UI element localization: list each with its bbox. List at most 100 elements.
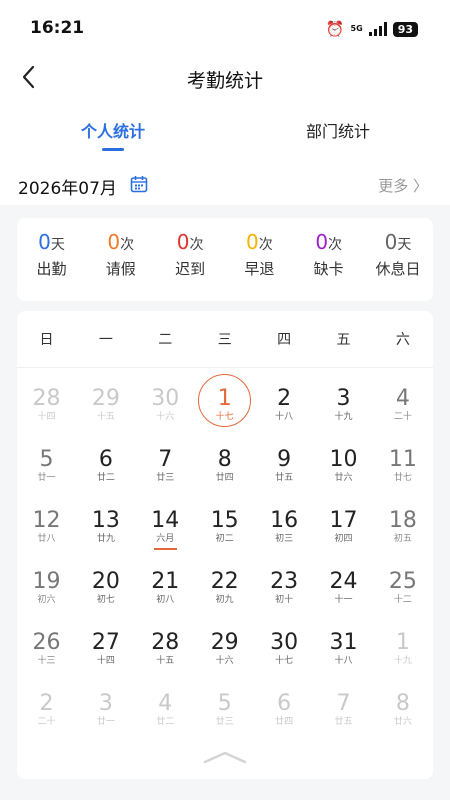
stat-item[interactable]: 0次 迟到 bbox=[156, 230, 225, 279]
day-number: 28 bbox=[32, 386, 61, 411]
calendar-day[interactable]: 6 廿二 bbox=[76, 447, 135, 505]
network-label: 5G bbox=[350, 24, 363, 33]
more-link[interactable]: 更多 〉 bbox=[378, 175, 428, 196]
day-number: 3 bbox=[98, 691, 113, 716]
lunar-date: 六月 bbox=[156, 534, 175, 544]
day-number: 30 bbox=[270, 630, 299, 655]
calendar-day[interactable]: 10 廿六 bbox=[314, 447, 373, 505]
lunar-date: 初三 bbox=[275, 534, 294, 544]
calendar-day[interactable]: 7 廿五 bbox=[314, 691, 373, 749]
calendar-day[interactable]: 5 廿三 bbox=[195, 691, 254, 749]
calendar-day[interactable]: 20 初七 bbox=[76, 569, 135, 627]
calendar-card: 日一二三四五六 28 十四 29 十五 30 十六 1 十七 2 十八 3 十九 4 二十 5 廿一 6 廿二 7 廿三… bbox=[17, 311, 433, 779]
calendar-day[interactable]: 27 十四 bbox=[76, 630, 135, 688]
tab-personal-stats[interactable]: 个人统计 bbox=[38, 118, 188, 142]
day-number: 6 bbox=[98, 447, 113, 472]
calendar-day[interactable]: 9 廿五 bbox=[255, 447, 314, 505]
calendar-day[interactable]: 3 廿一 bbox=[76, 691, 135, 749]
calendar-day-today[interactable]: 1 十七 bbox=[195, 374, 254, 444]
calendar-day[interactable]: 19 初六 bbox=[17, 569, 76, 627]
stat-unit: 天 bbox=[50, 237, 65, 253]
stat-item[interactable]: 0次 早退 bbox=[225, 230, 294, 279]
lunar-date: 初八 bbox=[156, 595, 175, 605]
stat-item[interactable]: 0天 出勤 bbox=[17, 230, 86, 279]
calendar-day[interactable]: 31 十八 bbox=[314, 630, 373, 688]
stat-unit: 次 bbox=[120, 237, 135, 253]
day-number: 16 bbox=[270, 508, 299, 533]
calendar-day[interactable]: 13 廿九 bbox=[76, 508, 135, 566]
stat-item[interactable]: 0次 缺卡 bbox=[294, 230, 363, 279]
calendar-day[interactable]: 1 十九 bbox=[373, 630, 432, 688]
calendar-day[interactable]: 4 廿二 bbox=[136, 691, 195, 749]
calendar-day[interactable]: 30 十六 bbox=[136, 386, 195, 444]
month-label[interactable]: 2026年07月 bbox=[18, 174, 117, 199]
lunar-date: 廿五 bbox=[275, 473, 294, 483]
day-number: 2 bbox=[277, 386, 292, 411]
calendar-day[interactable]: 29 十六 bbox=[195, 630, 254, 688]
stat-count: 0 bbox=[176, 230, 190, 254]
calendar-day[interactable]: 22 初九 bbox=[195, 569, 254, 627]
calendar-day[interactable]: 2 二十 bbox=[17, 691, 76, 749]
alarm-icon: ⏰ bbox=[325, 20, 345, 38]
weekday-header: 四 bbox=[277, 332, 292, 348]
calendar-day[interactable]: 7 廿三 bbox=[136, 447, 195, 505]
calendar-day[interactable]: 25 十二 bbox=[373, 569, 432, 627]
calendar-day[interactable]: 28 十四 bbox=[17, 386, 76, 444]
day-number: 1 bbox=[395, 630, 410, 655]
calendar-day[interactable]: 16 初三 bbox=[255, 508, 314, 566]
stat-item[interactable]: 0次 请假 bbox=[86, 230, 155, 279]
calendar-day[interactable]: 6 廿四 bbox=[255, 691, 314, 749]
stat-label: 休息日 bbox=[375, 260, 421, 278]
lunar-date: 廿九 bbox=[96, 534, 115, 544]
day-number: 27 bbox=[91, 630, 120, 655]
stat-unit: 次 bbox=[328, 237, 343, 253]
day-number: 28 bbox=[151, 630, 180, 655]
lunar-date: 廿七 bbox=[393, 473, 412, 483]
lunar-date: 初九 bbox=[215, 595, 234, 605]
lunar-date: 廿五 bbox=[334, 717, 353, 727]
lunar-date: 十四 bbox=[96, 656, 115, 666]
calendar-day[interactable]: 12 廿八 bbox=[17, 508, 76, 566]
calendar-day[interactable]: 11 廿七 bbox=[373, 447, 432, 505]
calendar-day[interactable]: 21 初八 bbox=[136, 569, 195, 627]
weekday-header: 日 bbox=[39, 332, 54, 348]
calendar-day[interactable]: 4 二十 bbox=[373, 386, 432, 444]
calendar-day[interactable]: 28 十五 bbox=[136, 630, 195, 688]
lunar-date: 十六 bbox=[215, 656, 234, 666]
lunar-date: 十五 bbox=[96, 412, 115, 422]
stat-unit: 次 bbox=[189, 237, 204, 253]
day-number: 3 bbox=[336, 386, 351, 411]
tab-department-stats[interactable]: 部门统计 bbox=[263, 118, 413, 142]
calendar-day[interactable]: 26 十三 bbox=[17, 630, 76, 688]
day-marker bbox=[153, 548, 177, 550]
month-selector: 2026年07月 更多 〉 bbox=[0, 170, 450, 202]
calendar-day[interactable]: 29 十五 bbox=[76, 386, 135, 444]
calendar-day[interactable]: 18 初五 bbox=[373, 508, 432, 566]
active-tab-indicator bbox=[102, 148, 124, 151]
calendar-day[interactable]: 15 初二 bbox=[195, 508, 254, 566]
calendar-icon[interactable] bbox=[130, 175, 148, 193]
calendar-day[interactable]: 8 廿六 bbox=[373, 691, 432, 749]
stat-count: 0 bbox=[246, 230, 259, 254]
calendar-day[interactable]: 14 六月 bbox=[136, 508, 195, 566]
calendar-day[interactable]: 5 廿一 bbox=[17, 447, 76, 505]
day-number: 30 bbox=[151, 386, 180, 411]
calendar-day[interactable]: 17 初四 bbox=[314, 508, 373, 566]
calendar-day[interactable]: 8 廿四 bbox=[195, 447, 254, 505]
stat-unit: 次 bbox=[258, 237, 273, 253]
calendar-day[interactable]: 24 十一 bbox=[314, 569, 373, 627]
lunar-date: 十八 bbox=[275, 412, 294, 422]
day-number: 6 bbox=[277, 691, 292, 716]
collapse-chevron-icon[interactable] bbox=[203, 749, 247, 765]
lunar-date: 廿四 bbox=[275, 717, 294, 727]
status-bar: 16:21 ⏰ 5G 93 bbox=[0, 0, 450, 58]
calendar-day[interactable]: 23 初十 bbox=[255, 569, 314, 627]
lunar-date: 十九 bbox=[334, 412, 353, 422]
lunar-date: 十二 bbox=[393, 595, 412, 605]
day-number: 19 bbox=[32, 569, 61, 594]
calendar-day[interactable]: 2 十八 bbox=[255, 386, 314, 444]
calendar-day[interactable]: 30 十七 bbox=[255, 630, 314, 688]
calendar-day[interactable]: 3 十九 bbox=[314, 386, 373, 444]
stat-item[interactable]: 0天 休息日 bbox=[364, 230, 433, 279]
lunar-date: 十三 bbox=[37, 656, 56, 666]
